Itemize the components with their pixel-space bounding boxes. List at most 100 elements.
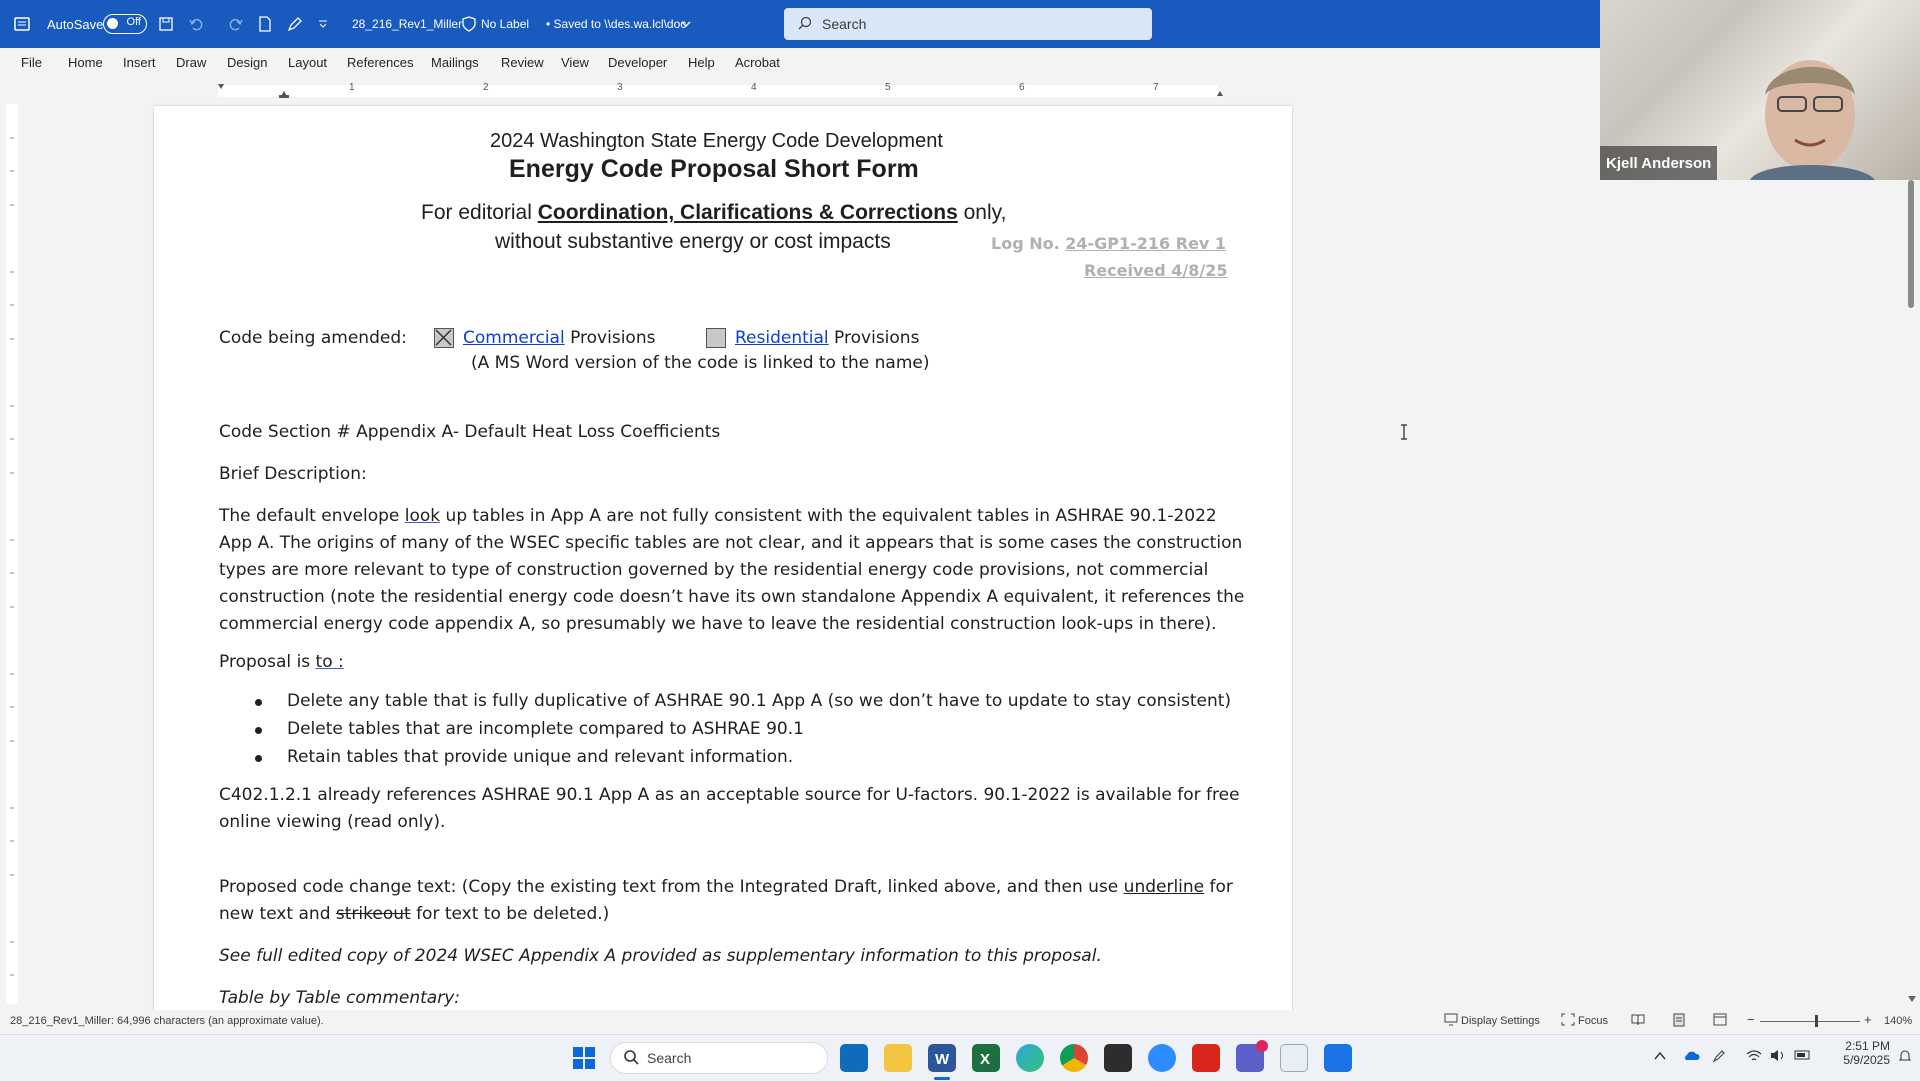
autosave-state: Off: [126, 16, 141, 28]
battery-icon[interactable]: [1794, 1049, 1812, 1064]
video-call-tile[interactable]: Kjell Anderson: [1600, 0, 1920, 180]
acrobat-icon[interactable]: [1192, 1044, 1220, 1072]
chrome-browser-icon[interactable]: [1060, 1044, 1088, 1072]
save-status[interactable]: • Saved to \\des.wa.lcl\doc: [546, 0, 686, 48]
tab-view[interactable]: View: [561, 55, 589, 70]
outlook-icon[interactable]: [840, 1044, 868, 1072]
display-settings-button[interactable]: Display Settings: [1461, 1015, 1540, 1027]
tab-acrobat[interactable]: Acrobat: [735, 55, 780, 70]
checkbox-x-icon: [435, 329, 452, 346]
teams-icon[interactable]: [1236, 1040, 1268, 1072]
undo-icon[interactable]: [188, 0, 204, 48]
residential-link[interactable]: Residential: [735, 328, 829, 348]
onedrive-cloud-icon[interactable]: [1682, 1049, 1700, 1064]
sensitivity-shield-icon[interactable]: [462, 0, 476, 48]
notification-bell-icon[interactable]: [1898, 1049, 1912, 1066]
save-icon[interactable]: [158, 0, 174, 48]
residential-checkbox[interactable]: [706, 328, 726, 348]
tab-file[interactable]: File: [21, 55, 42, 70]
participant-name: Kjell Anderson: [1600, 146, 1718, 180]
vertical-scrollbar[interactable]: [1904, 180, 1920, 1010]
clock[interactable]: 2:51 PM 5/9/2025: [1830, 1039, 1890, 1067]
tab-home[interactable]: Home: [68, 55, 103, 70]
ribbon-tabs: File Home Insert Draw Design Layout Refe…: [0, 48, 1600, 78]
tab-help[interactable]: Help: [688, 55, 715, 70]
zoom-level[interactable]: 140%: [1884, 1015, 1912, 1027]
taskbar-search-placeholder: Search: [647, 1050, 692, 1066]
ruler-number-4: 4: [751, 82, 757, 93]
log-number: Log No. 24-GP1-216 Rev 1: [991, 234, 1227, 253]
tab-review[interactable]: Review: [501, 55, 544, 70]
start-windows-icon[interactable]: [570, 1044, 598, 1072]
search-input[interactable]: Search: [784, 8, 1152, 40]
file-explorer-icon[interactable]: [884, 1044, 912, 1072]
tab-developer[interactable]: Developer: [608, 55, 667, 70]
web-layout-icon[interactable]: [1713, 1013, 1727, 1029]
read-mode-icon[interactable]: [1631, 1013, 1645, 1029]
sensitivity-label[interactable]: No Label: [481, 0, 529, 48]
redo-icon[interactable]: [228, 0, 244, 48]
ms-word-note: (A MS Word version of the code is linked…: [471, 353, 930, 373]
character-count[interactable]: 28_216_Rev1_Miller: 64,996 characters (a…: [10, 1015, 324, 1027]
terminal-icon[interactable]: [1104, 1044, 1132, 1072]
clock-date: 5/9/2025: [1843, 1053, 1890, 1067]
focus-button[interactable]: Focus: [1578, 1015, 1608, 1027]
scrollbar-thumb[interactable]: [1908, 180, 1914, 308]
new-document-icon[interactable]: [258, 0, 272, 48]
status-bar: 28_216_Rev1_Miller: 64,996 characters (a…: [0, 1010, 1920, 1034]
customize-toolbar-icon[interactable]: [318, 0, 328, 48]
ruler-number-3: 3: [617, 82, 623, 93]
ruler-number-6: 6: [1019, 82, 1025, 93]
edge-browser-icon[interactable]: [1016, 1044, 1044, 1072]
draw-pen-icon[interactable]: [287, 0, 303, 48]
tab-layout[interactable]: Layout: [288, 55, 327, 70]
word-app-icon[interactable]: [14, 0, 30, 48]
zoom-app-icon[interactable]: [1148, 1044, 1176, 1072]
c402-line-2: online viewing (read only).: [219, 812, 446, 832]
proposal-label: Proposal is to :: [219, 652, 344, 672]
focus-icon[interactable]: [1561, 1013, 1575, 1029]
list-item: Delete any table that is fully duplicati…: [287, 691, 1232, 711]
print-layout-icon[interactable]: [1673, 1013, 1685, 1030]
word-icon[interactable]: W: [928, 1044, 956, 1072]
autosave-toggle[interactable]: Off: [95, 0, 147, 48]
pen-tray-icon[interactable]: [1712, 1049, 1726, 1066]
clock-time: 2:51 PM: [1845, 1039, 1890, 1053]
tab-draw[interactable]: Draw: [176, 55, 206, 70]
tab-insert[interactable]: Insert: [123, 55, 156, 70]
snipping-tool-icon[interactable]: [1280, 1044, 1308, 1072]
bullet-dot: [255, 727, 262, 734]
horizontal-ruler[interactable]: 1 2 3 4 5 6 7: [148, 82, 1278, 98]
document-name[interactable]: 28_216_Rev1_Miller: [352, 0, 462, 48]
taskbar-search-input[interactable]: Search: [610, 1042, 828, 1074]
scroll-down-icon[interactable]: [1907, 990, 1917, 1008]
zoom-slider[interactable]: [1760, 1021, 1860, 1022]
table-commentary: Table by Table commentary:: [219, 988, 461, 1008]
description-line-5: commercial energy code appendix A, so pr…: [219, 614, 1217, 634]
zoom-slider-thumb[interactable]: [1815, 1015, 1818, 1027]
header-line-1: 2024 Washington State Energy Code Develo…: [490, 130, 943, 152]
zoom-in-icon[interactable]: +: [1864, 1012, 1872, 1027]
commercial-option: Commercial Provisions: [463, 328, 656, 348]
tab-design[interactable]: Design: [227, 55, 267, 70]
list-item: Retain tables that provide unique and re…: [287, 747, 794, 767]
zoom-out-icon[interactable]: −: [1747, 1012, 1755, 1027]
svg-text:X: X: [980, 1051, 990, 1068]
wifi-icon[interactable]: [1746, 1049, 1762, 1065]
display-settings-icon[interactable]: [1444, 1013, 1458, 1029]
search-placeholder: Search: [822, 16, 867, 32]
commercial-link[interactable]: Commercial: [463, 328, 565, 348]
notification-badge: [1256, 1040, 1268, 1052]
chevron-up-icon[interactable]: [1654, 1049, 1666, 1064]
excel-icon[interactable]: X: [972, 1044, 1000, 1072]
chevron-down-icon[interactable]: [681, 0, 691, 48]
see-full-note: See full edited copy of 2024 WSEC Append…: [219, 946, 1102, 966]
ruler-number-1: 1: [349, 82, 355, 93]
vertical-ruler[interactable]: [6, 104, 18, 1004]
document-page[interactable]: 2024 Washington State Energy Code Develo…: [154, 106, 1292, 1010]
tab-mailings[interactable]: Mailings: [431, 55, 479, 70]
remote-desktop-icon[interactable]: [1324, 1044, 1352, 1072]
commercial-checkbox[interactable]: [434, 328, 454, 348]
volume-icon[interactable]: [1770, 1049, 1786, 1065]
tab-references[interactable]: References: [347, 55, 413, 70]
